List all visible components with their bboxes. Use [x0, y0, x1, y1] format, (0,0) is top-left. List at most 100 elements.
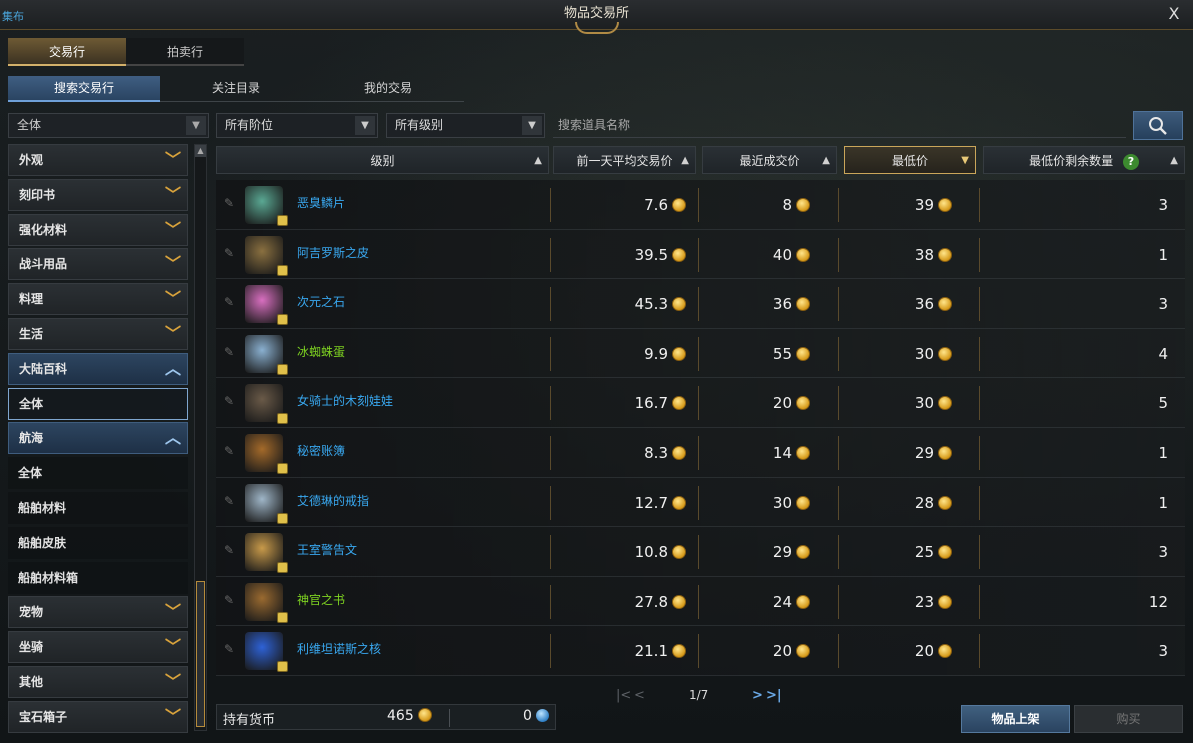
tier-filter[interactable]: 所有阶位 ▼ [216, 113, 378, 138]
sidebar-subitem[interactable]: 船舶材料箱 [8, 561, 188, 594]
search-input[interactable] [553, 113, 1126, 138]
column-divider [838, 386, 839, 421]
column-divider [979, 485, 980, 520]
tab-auction[interactable]: 拍卖行 [126, 38, 244, 66]
sidebar-category[interactable]: 料理 ﹀ [8, 283, 188, 316]
sidebar-category[interactable]: 大陆百科 ︿ [8, 352, 188, 385]
sidebar-category[interactable]: 航海 ︿ [8, 422, 188, 455]
cell-qty: 12 [1149, 593, 1168, 611]
column-divider [550, 584, 551, 619]
sidebar-category[interactable]: 坐骑 ﹀ [8, 631, 188, 664]
cell-qty: 5 [1158, 394, 1168, 412]
gold-coin-icon [672, 297, 686, 312]
column-divider [838, 287, 839, 322]
tab-watchlist[interactable]: 关注目录 [160, 76, 312, 102]
table-row[interactable]: ✎ 恶臭鳞片 7.6 8 39 3 [216, 180, 1185, 230]
table-row[interactable]: ✎ 次元之石 45.3 36 36 3 [216, 279, 1185, 329]
sidebar-category[interactable]: 宠物 ﹀ [8, 596, 188, 629]
cell-recent: 24 [773, 593, 810, 611]
pin-icon[interactable]: ✎ [224, 494, 234, 508]
sidebar-item-label: 宠物 [19, 605, 44, 620]
sidebar-item-label: 生活 [19, 326, 44, 341]
tab-my-trades[interactable]: 我的交易 [312, 76, 464, 102]
pin-icon[interactable]: ✎ [224, 543, 234, 557]
table-row[interactable]: ✎ 女骑士的木刻娃娃 16.7 20 30 5 [216, 378, 1185, 428]
item-name[interactable]: 神官之书 [297, 591, 345, 608]
gold-coin-icon [672, 445, 686, 460]
column-avg-price[interactable]: 前一天平均交易价 ▲ [553, 146, 696, 174]
first-page-button[interactable]: |< [616, 688, 631, 703]
gold-amount-wrap: 465 [387, 708, 432, 724]
cell-avg: 8.3 [644, 444, 686, 462]
column-divider [838, 336, 839, 371]
cell-min-value: 28 [914, 493, 934, 512]
cell-recent: 36 [773, 295, 810, 313]
pin-icon[interactable]: ✎ [224, 642, 234, 656]
item-name[interactable]: 冰蜘蛛蛋 [297, 343, 345, 360]
sidebar-subitem[interactable]: 全体 [8, 387, 188, 420]
sidebar-category[interactable]: 外观 ﹀ [8, 144, 188, 176]
pin-icon[interactable]: ✎ [224, 246, 234, 260]
item-name[interactable]: 女骑士的木刻娃娃 [297, 392, 393, 409]
pin-icon[interactable]: ✎ [224, 345, 234, 359]
pin-icon[interactable]: ✎ [224, 394, 234, 408]
search-button[interactable] [1133, 111, 1183, 140]
item-name[interactable]: 阿吉罗斯之皮 [297, 244, 369, 261]
item-name[interactable]: 利维坦诺斯之核 [297, 640, 381, 657]
cell-qty-value: 3 [1158, 543, 1168, 562]
column-divider [979, 188, 980, 222]
next-page-button[interactable]: > [752, 688, 763, 703]
gold-coin-icon [938, 198, 952, 212]
table-row[interactable]: ✎ 阿吉罗斯之皮 39.5 40 38 1 [216, 229, 1185, 280]
sidebar-subitem[interactable]: 全体 [8, 457, 188, 490]
sidebar-scrollbar[interactable]: ▲ [194, 144, 207, 731]
table-row[interactable]: ✎ 王室警告文 10.8 29 25 3 [216, 527, 1185, 577]
item-name[interactable]: 恶臭鳞片 [297, 194, 345, 211]
item-name[interactable]: 王室警告文 [297, 541, 357, 558]
table-row[interactable]: ✎ 冰蜘蛛蛋 9.9 55 30 4 [216, 328, 1185, 379]
help-icon[interactable]: ? [1122, 153, 1139, 170]
cell-avg-value: 39.5 [634, 245, 668, 264]
sidebar-category[interactable]: 宝石箱子 ﹀ [8, 700, 188, 733]
sidebar-subitem[interactable]: 船舶材料 [8, 491, 188, 524]
sidebar-category[interactable]: 强化材料 ﹀ [8, 213, 188, 246]
table-row[interactable]: ✎ 秘密账簿 8.3 14 29 1 [216, 427, 1185, 478]
column-min-price[interactable]: 最低价 ▼ [844, 146, 976, 174]
prev-page-button[interactable]: < [634, 688, 645, 703]
tab-search-exchange[interactable]: 搜索交易行 [8, 76, 160, 102]
column-grade[interactable]: 级别 ▲ [216, 146, 549, 174]
item-name[interactable]: 艾德琳的戒指 [297, 492, 369, 509]
gold-coin-icon [938, 594, 952, 609]
gold-coin-icon [672, 396, 686, 411]
last-page-button[interactable]: >| [766, 688, 782, 703]
sidebar-category[interactable]: 其他 ﹀ [8, 665, 188, 698]
table-row[interactable]: ✎ 艾德琳的戒指 12.7 30 28 1 [216, 477, 1185, 528]
scroll-up-icon[interactable]: ▲ [195, 145, 206, 157]
column-recent-price[interactable]: 最近成交价 ▲ [702, 146, 837, 174]
pin-icon[interactable]: ✎ [224, 196, 234, 210]
table-row[interactable]: ✎ 神官之书 27.8 24 23 12 [216, 576, 1185, 627]
cell-avg: 9.9 [644, 345, 686, 363]
pin-icon[interactable]: ✎ [224, 593, 234, 607]
item-name[interactable]: 次元之石 [297, 293, 345, 310]
column-min-qty[interactable]: 最低价剩余数量 ? ▲ [983, 146, 1185, 174]
sidebar-category[interactable]: 刻印书 ﹀ [8, 178, 188, 211]
sidebar-category[interactable]: 生活 ﹀ [8, 317, 188, 350]
sidebar-category[interactable]: 战斗用品 ﹀ [8, 248, 188, 281]
scrollbar-thumb[interactable] [196, 581, 205, 727]
tab-exchange[interactable]: 交易行 [8, 38, 126, 66]
sidebar-subitem[interactable]: 船舶皮肤 [8, 526, 188, 559]
close-button[interactable]: X [1165, 4, 1183, 24]
lock-icon [277, 363, 288, 375]
list-item-button[interactable]: 物品上架 [961, 705, 1070, 733]
table-row[interactable]: ✎ 利维坦诺斯之核 21.1 20 20 3 [216, 626, 1185, 676]
buy-button[interactable]: 购买 [1074, 705, 1183, 733]
item-name[interactable]: 秘密账簿 [297, 442, 345, 459]
pin-icon[interactable]: ✎ [224, 444, 234, 458]
grade-filter[interactable]: 所有级别 ▼ [386, 113, 545, 138]
cell-recent: 40 [773, 246, 810, 264]
sort-asc-icon: ▲ [534, 155, 542, 166]
category-select[interactable]: 全体 ▼ [8, 113, 209, 138]
pin-icon[interactable]: ✎ [224, 295, 234, 309]
lock-icon [277, 562, 288, 574]
